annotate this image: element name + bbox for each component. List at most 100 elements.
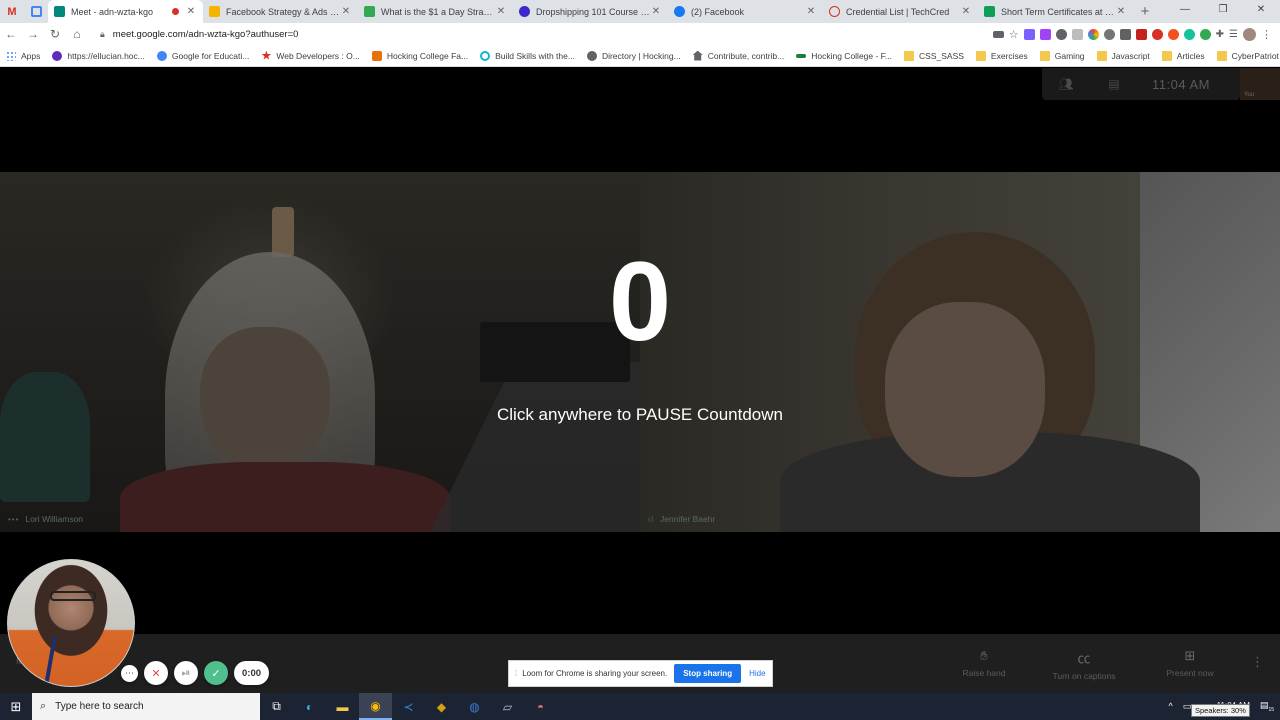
chrome-menu-icon[interactable]: ⋮ xyxy=(1261,28,1272,41)
tab-title: Facebook Strategy & Ads - Goo xyxy=(226,6,340,17)
meet-call-area[interactable]: 👥︎ ▤ 11:04 AM You ••• Lori Williamson ıl… xyxy=(0,68,1280,693)
loom-app-icon[interactable]: ◓ xyxy=(524,693,557,720)
extension-icon[interactable] xyxy=(1199,28,1211,40)
circle-icon xyxy=(480,50,491,61)
bookmark-folder-exercises[interactable]: Exercises xyxy=(975,50,1028,61)
countdown-number[interactable]: 0 xyxy=(0,246,1280,358)
bookmark-folder-articles[interactable]: Articles xyxy=(1161,50,1205,61)
forward-icon[interactable]: → xyxy=(22,27,44,41)
close-tab-icon[interactable]: ✕ xyxy=(340,6,352,17)
gmail-icon: M xyxy=(7,5,17,18)
task-view-icon[interactable]: ⧉ xyxy=(260,693,293,720)
extension-icon[interactable] xyxy=(1087,28,1099,40)
people-icon[interactable]: 👥︎ xyxy=(1042,77,1090,91)
close-window-icon[interactable]: ✕ xyxy=(1242,0,1280,20)
calendar-pinned-tab[interactable] xyxy=(24,0,48,23)
chrome-icon[interactable]: ◉ xyxy=(359,693,392,720)
extension-icon[interactable] xyxy=(1071,28,1083,40)
chat-icon[interactable]: ▤ xyxy=(1090,77,1138,91)
present-now-button[interactable]: ⊞ Present now xyxy=(1145,648,1235,678)
extension-icon[interactable] xyxy=(1039,28,1051,40)
extension-icon[interactable] xyxy=(1023,28,1035,40)
close-tab-icon[interactable]: ✕ xyxy=(495,6,507,17)
back-icon[interactable]: ← xyxy=(0,27,22,41)
loom-pause-button[interactable]: ⏯︎ xyxy=(174,661,198,685)
bookmark-folder-css-sass[interactable]: CSS_SASS xyxy=(904,50,964,61)
tab-dropshipping[interactable]: Dropshipping 101 Course | Star ✕ xyxy=(513,0,668,23)
folder-icon xyxy=(1096,50,1107,61)
hide-notice-link[interactable]: Hide xyxy=(749,669,765,678)
bookmark-contribute[interactable]: Contribute, contrib... xyxy=(692,50,784,61)
close-tab-icon[interactable]: ✕ xyxy=(185,6,197,17)
gmail-pinned-tab[interactable]: M xyxy=(0,0,24,23)
captions-button[interactable]: ㏄ Turn on captions xyxy=(1039,648,1129,681)
close-tab-icon[interactable]: ✕ xyxy=(650,6,662,17)
sourcetree-icon[interactable]: ◆ xyxy=(425,693,458,720)
tab-facebook[interactable]: (2) Facebook ✕ xyxy=(668,0,823,23)
bookmark-folder-gaming[interactable]: Gaming xyxy=(1039,50,1085,61)
new-tab-button[interactable]: + xyxy=(1133,0,1157,23)
camera-icon[interactable] xyxy=(992,30,1004,38)
reload-icon[interactable]: ↻ xyxy=(44,27,66,41)
bookmark-build-skills[interactable]: Build Skills with the... xyxy=(480,50,575,61)
close-tab-icon[interactable]: ✕ xyxy=(1115,6,1127,17)
tab-meet[interactable]: Meet - adn-wzta-kgo ✕ xyxy=(48,0,203,23)
address-bar[interactable]: 🔒︎ meet.google.com/adn-wzta-kgo?authuser… xyxy=(94,25,894,43)
more-options-icon[interactable]: ⋮ xyxy=(1251,654,1264,670)
profile-avatar[interactable] xyxy=(1243,27,1256,41)
taskbar-search-box[interactable]: ⌕ Type here to search xyxy=(32,693,260,720)
extension-icon[interactable] xyxy=(1119,28,1131,40)
start-button[interactable]: ⊞ xyxy=(0,693,32,720)
vscode-icon[interactable]: ≺ xyxy=(392,693,425,720)
loom-recording-controls: ⋯ ✕ ⏯︎ ✓ 0:00 xyxy=(121,661,270,685)
extension-icon[interactable] xyxy=(1055,28,1067,40)
bookmark-hocking-college[interactable]: Hocking College - F... xyxy=(796,51,892,61)
loom-camera-bubble[interactable] xyxy=(7,559,135,687)
edge-icon[interactable]: ◐ xyxy=(293,693,326,720)
show-hidden-icons-icon[interactable]: ^ xyxy=(1169,701,1173,711)
extension-icon[interactable] xyxy=(1183,28,1195,40)
drive-favicon-icon xyxy=(364,6,375,17)
tab-short-term-certificates[interactable]: Short Term Certificates at Hock ✕ xyxy=(978,0,1133,23)
course-favicon-icon xyxy=(519,6,530,17)
extension-icon[interactable] xyxy=(1103,28,1115,40)
loom-cancel-button[interactable]: ✕ xyxy=(144,661,168,685)
drag-handle-icon[interactable]: ⁞ xyxy=(515,669,517,678)
reading-list-icon[interactable]: ☰ xyxy=(1229,29,1238,40)
firefox-icon[interactable]: ◍ xyxy=(458,693,491,720)
notification-count: 15 xyxy=(1268,706,1274,713)
self-label: You xyxy=(1244,92,1255,98)
bookmark-hocking-faculty[interactable]: Hocking College Fa... xyxy=(371,50,468,61)
home-icon[interactable]: ⌂ xyxy=(66,27,88,41)
file-explorer-icon[interactable]: ▬ xyxy=(326,693,359,720)
loom-finish-button[interactable]: ✓ xyxy=(204,661,228,685)
extension-icon[interactable] xyxy=(1135,28,1147,40)
puzzle-extensions-icon[interactable]: ✚ xyxy=(1216,29,1224,40)
extension-icon[interactable] xyxy=(1167,28,1179,40)
bookmark-apps[interactable]: Apps xyxy=(6,50,40,61)
bookmark-star-icon[interactable]: ☆ xyxy=(1009,28,1019,41)
bookmark-folder-cyberpatriot[interactable]: CyberPatriot xyxy=(1216,50,1279,61)
tab-facebook-strategy[interactable]: Facebook Strategy & Ads - Goo ✕ xyxy=(203,0,358,23)
loom-more-button[interactable]: ⋯ xyxy=(121,664,138,682)
stop-sharing-button[interactable]: Stop sharing xyxy=(674,664,742,683)
minimize-icon[interactable]: — xyxy=(1166,0,1204,20)
bookmark-folder-javascript[interactable]: Javascript xyxy=(1096,50,1150,61)
bookmark-web-developers[interactable]: Web Developers : O... xyxy=(261,50,360,61)
notification-center-icon[interactable]: ▤15 xyxy=(1260,700,1274,713)
self-view-thumbnail[interactable]: You xyxy=(1240,68,1280,100)
restore-icon[interactable]: ❐ xyxy=(1204,0,1242,20)
bookmark-ellucian[interactable]: https://ellucian.hoc... xyxy=(52,50,145,61)
tab-dollar-strategy[interactable]: What is the $1 a Day Strategy_ ✕ xyxy=(358,0,513,23)
close-tab-icon[interactable]: ✕ xyxy=(960,6,972,17)
bookmark-google-education[interactable]: Google for Educati... xyxy=(156,50,249,61)
raise-hand-button[interactable]: ✋︎ Raise hand xyxy=(939,648,1029,678)
app-icon[interactable]: ▱ xyxy=(491,693,524,720)
countdown-pause-message[interactable]: Click anywhere to PAUSE Countdown xyxy=(0,405,1280,425)
tab-credential-list[interactable]: Credential List | TechCred ✕ xyxy=(823,0,978,23)
extension-icon[interactable] xyxy=(1151,28,1163,40)
facebook-favicon-icon xyxy=(674,6,685,17)
close-tab-icon[interactable]: ✕ xyxy=(805,6,817,17)
participant-shirt-shape xyxy=(120,462,450,532)
bookmark-directory[interactable]: Directory | Hocking... xyxy=(586,50,681,61)
